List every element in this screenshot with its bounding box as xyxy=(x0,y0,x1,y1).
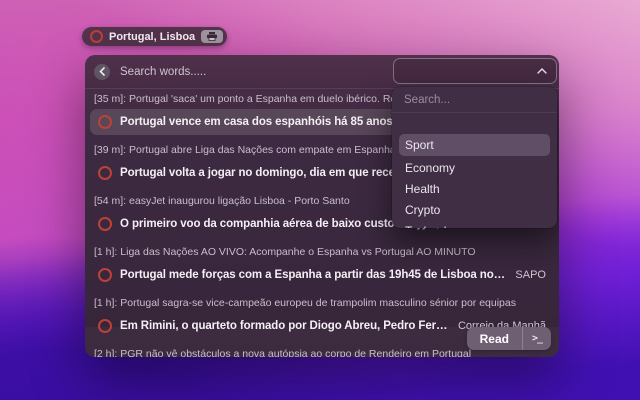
record-ring-icon xyxy=(90,30,103,43)
chevron-left-icon xyxy=(98,67,105,76)
location-pill[interactable]: Portugal, Lisboa xyxy=(82,27,228,46)
bullet-ring-icon xyxy=(98,319,112,333)
option-sport[interactable]: Sport xyxy=(399,134,550,156)
news-headline[interactable]: [1 h]: Portugal sagra-se vice-campeão eu… xyxy=(90,295,554,312)
news-reader-window: Sport Economy Health Crypto Technology [… xyxy=(85,55,559,357)
category-select[interactable] xyxy=(393,58,557,84)
news-summary: Portugal mede forças com a Espanha a par… xyxy=(120,269,505,281)
location-label: Portugal, Lisboa xyxy=(109,30,196,43)
print-button[interactable] xyxy=(201,30,224,43)
bullet-ring-icon xyxy=(98,115,112,129)
chevron-up-icon xyxy=(537,68,547,74)
terminal-button[interactable]: >_ xyxy=(523,327,551,350)
read-button[interactable]: Read xyxy=(467,327,522,350)
news-source: SAPO xyxy=(515,269,546,281)
back-button[interactable] xyxy=(94,63,110,80)
option-technology[interactable]: Technology xyxy=(392,221,557,228)
bullet-ring-icon xyxy=(98,217,112,231)
dropdown-spacer xyxy=(392,113,557,134)
option-crypto[interactable]: Crypto xyxy=(392,200,557,221)
news-summary-row[interactable]: Portugal mede forças com a Espanha a par… xyxy=(90,262,554,288)
option-health[interactable]: Health xyxy=(392,179,557,200)
category-dropdown-panel: Sport Economy Health Crypto Technology xyxy=(392,87,557,228)
category-search-input[interactable] xyxy=(392,87,557,112)
search-words-input[interactable] xyxy=(118,64,372,79)
news-headline[interactable]: [1 h]: Liga das Nações AO VIVO: Acompanh… xyxy=(90,244,554,261)
bullet-ring-icon xyxy=(98,166,112,180)
bullet-ring-icon xyxy=(98,268,112,282)
read-split-button: Read >_ xyxy=(466,327,551,350)
news-summary: Em Rimini, o quarteto formado por Diogo … xyxy=(120,320,448,332)
option-economy[interactable]: Economy xyxy=(392,158,557,179)
printer-icon xyxy=(207,32,218,41)
